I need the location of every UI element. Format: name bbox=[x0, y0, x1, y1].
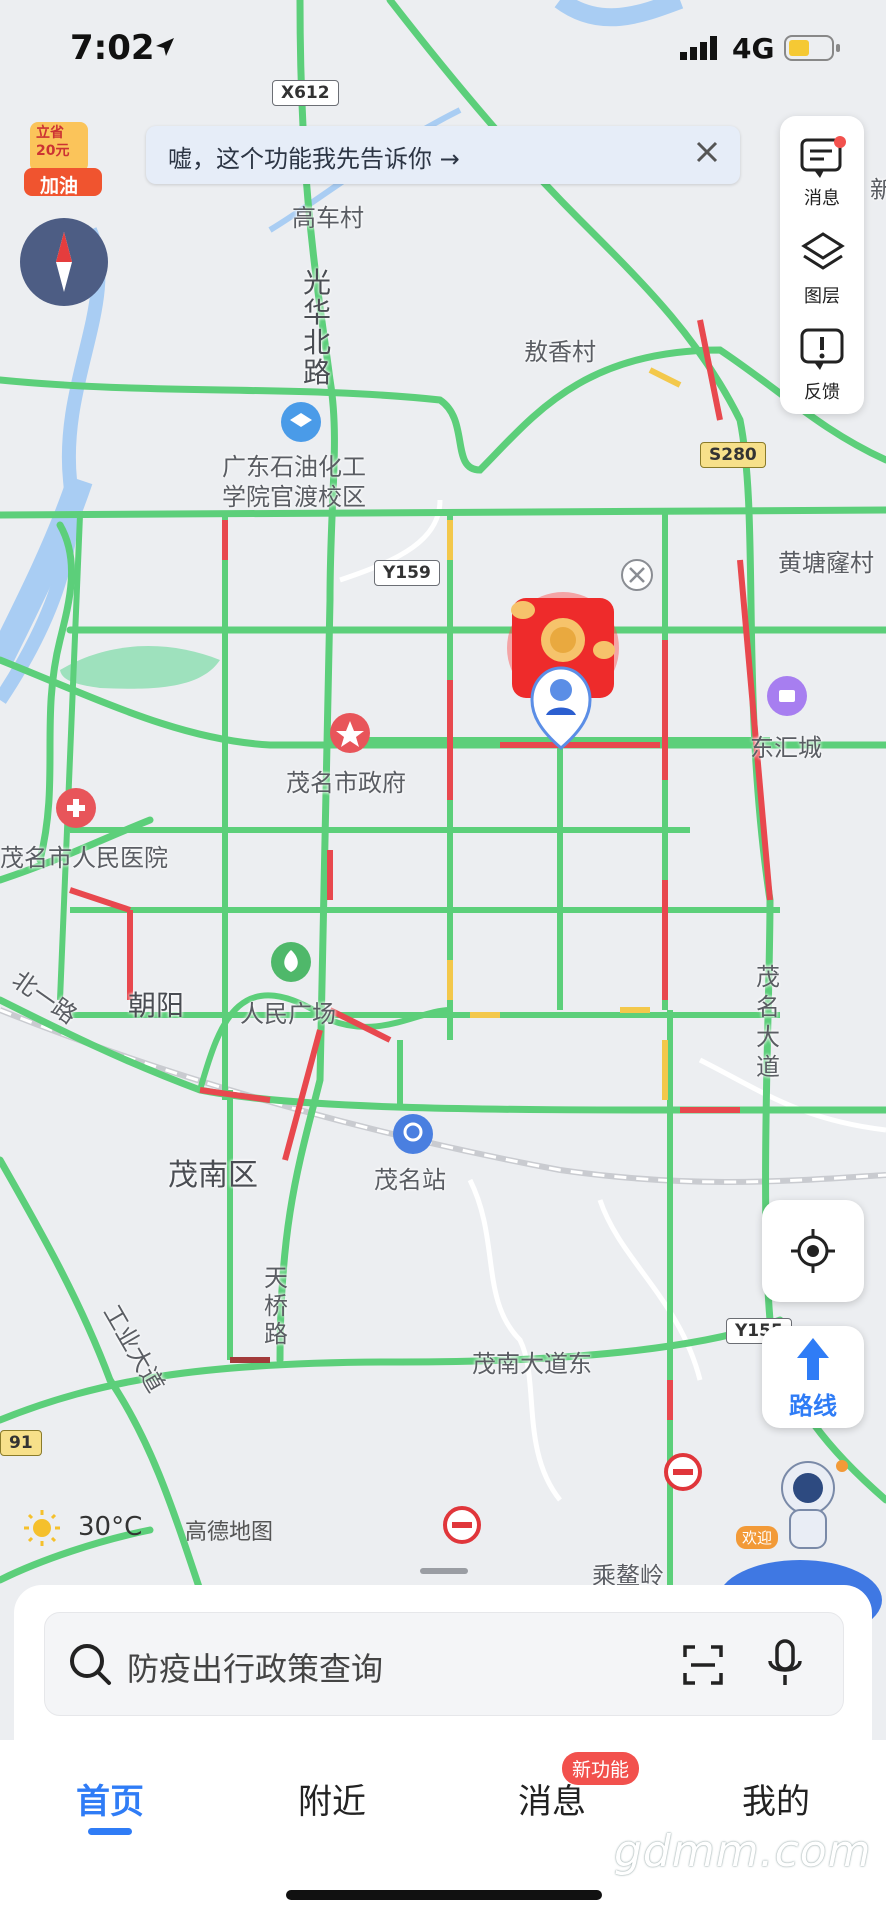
new-feature-badge: 新功能 bbox=[562, 1752, 640, 1785]
search-icon bbox=[70, 1644, 111, 1685]
map-label-hospital: 茂名市人民医院 bbox=[0, 844, 168, 872]
hospital-pin[interactable] bbox=[56, 788, 96, 828]
map-label-district: 朝阳 bbox=[128, 989, 185, 1022]
school-pin[interactable] bbox=[281, 402, 321, 442]
map-label-government: 茂名市政府 bbox=[286, 769, 406, 797]
locate-icon bbox=[791, 1229, 835, 1273]
route-label: 路线 bbox=[789, 1392, 837, 1420]
map-label-district: 茂南区 bbox=[168, 1158, 258, 1193]
close-icon[interactable] bbox=[690, 135, 724, 169]
notice-text: 嘘，这个功能我先告诉你 → bbox=[168, 145, 460, 173]
promo-text: 20元 bbox=[36, 143, 70, 159]
road-shield-y159: Y159 bbox=[374, 560, 440, 586]
map-label-road: 天桥路 bbox=[264, 1264, 288, 1348]
map-label-village: 高车村 bbox=[292, 204, 364, 232]
microphone-icon[interactable] bbox=[765, 1639, 805, 1689]
status-bar: 7:02 4G bbox=[0, 0, 886, 100]
feedback-icon bbox=[800, 328, 844, 370]
route-button[interactable]: 路线 bbox=[762, 1326, 864, 1428]
messages-button[interactable]: 消息 bbox=[780, 122, 864, 218]
layers-icon bbox=[801, 232, 845, 270]
map-label-school: 广东石油化工 学院官渡校区 bbox=[222, 453, 366, 511]
welcome-label: 欢迎 bbox=[736, 1526, 779, 1549]
feedback-label: 反馈 bbox=[804, 382, 840, 403]
messages-label: 消息 bbox=[804, 188, 840, 209]
map-label-road: 光华北路 bbox=[303, 266, 332, 389]
promo-text: 立省 bbox=[36, 125, 64, 141]
tab-mine[interactable]: 我的 bbox=[706, 1774, 846, 1823]
tab-nearby[interactable]: 附近 bbox=[262, 1774, 402, 1823]
active-tab-indicator bbox=[88, 1828, 132, 1835]
layers-button[interactable]: 图层 bbox=[780, 220, 864, 316]
map-label-mall: 东汇城 bbox=[750, 734, 822, 762]
square-pin[interactable] bbox=[271, 942, 311, 982]
search-placeholder: 防疫出行政策查询 bbox=[127, 1650, 384, 1688]
road-shield-s280: S280 bbox=[700, 442, 766, 468]
map-tools-panel: 消息 图层 反馈 bbox=[780, 116, 864, 414]
map-label-edge: 新 bbox=[870, 176, 886, 204]
status-time: 7:02 bbox=[70, 28, 155, 68]
map-label-village: 敖香村 bbox=[524, 338, 596, 366]
feedback-button[interactable]: 反馈 bbox=[780, 316, 864, 412]
road-closed-icon bbox=[664, 1453, 702, 1491]
locate-me-button[interactable] bbox=[762, 1200, 864, 1302]
station-pin[interactable] bbox=[393, 1114, 433, 1154]
tab-home[interactable]: 首页 bbox=[40, 1774, 180, 1823]
government-pin[interactable] bbox=[330, 713, 370, 753]
map-brand-logo: 高德地图 bbox=[185, 1520, 274, 1545]
compass-button[interactable] bbox=[20, 218, 108, 306]
layers-label: 图层 bbox=[804, 286, 840, 307]
scan-icon[interactable] bbox=[681, 1643, 725, 1687]
map-label-station: 茂名站 bbox=[374, 1166, 446, 1194]
search-input[interactable]: 防疫出行政策查询 bbox=[44, 1612, 844, 1716]
sun-icon bbox=[24, 1510, 60, 1546]
road-shield: 91 bbox=[0, 1430, 42, 1456]
map-label-road: 茂名大道 bbox=[756, 963, 780, 1081]
mall-pin[interactable] bbox=[767, 676, 807, 716]
feature-notice-banner[interactable]: 嘘，这个功能我先告诉你 → bbox=[146, 126, 740, 184]
battery-icon bbox=[784, 35, 840, 61]
temperature: 30°C bbox=[78, 1512, 143, 1542]
map-label-road: 茂南大道东 bbox=[472, 1350, 592, 1378]
map-label-village: 黄塘窿村 bbox=[778, 549, 874, 577]
location-arrow-icon bbox=[156, 38, 174, 56]
map-label-square: 人民广场 bbox=[240, 1000, 336, 1028]
message-icon bbox=[800, 136, 846, 178]
compass-icon bbox=[56, 232, 72, 292]
watermark-text: gdmm.com bbox=[614, 1826, 872, 1877]
home-indicator[interactable] bbox=[286, 1890, 602, 1900]
network-type: 4G bbox=[732, 32, 775, 65]
road-closed-icon bbox=[443, 1506, 481, 1544]
fuel-promo-button[interactable]: 立省 20元 加油 bbox=[24, 118, 102, 198]
drag-handle[interactable] bbox=[420, 1568, 468, 1574]
promo-label: 加油 bbox=[40, 175, 79, 197]
signal-icon bbox=[680, 36, 717, 60]
route-arrow-icon bbox=[797, 1338, 829, 1380]
close-envelope-icon[interactable] bbox=[621, 559, 653, 591]
